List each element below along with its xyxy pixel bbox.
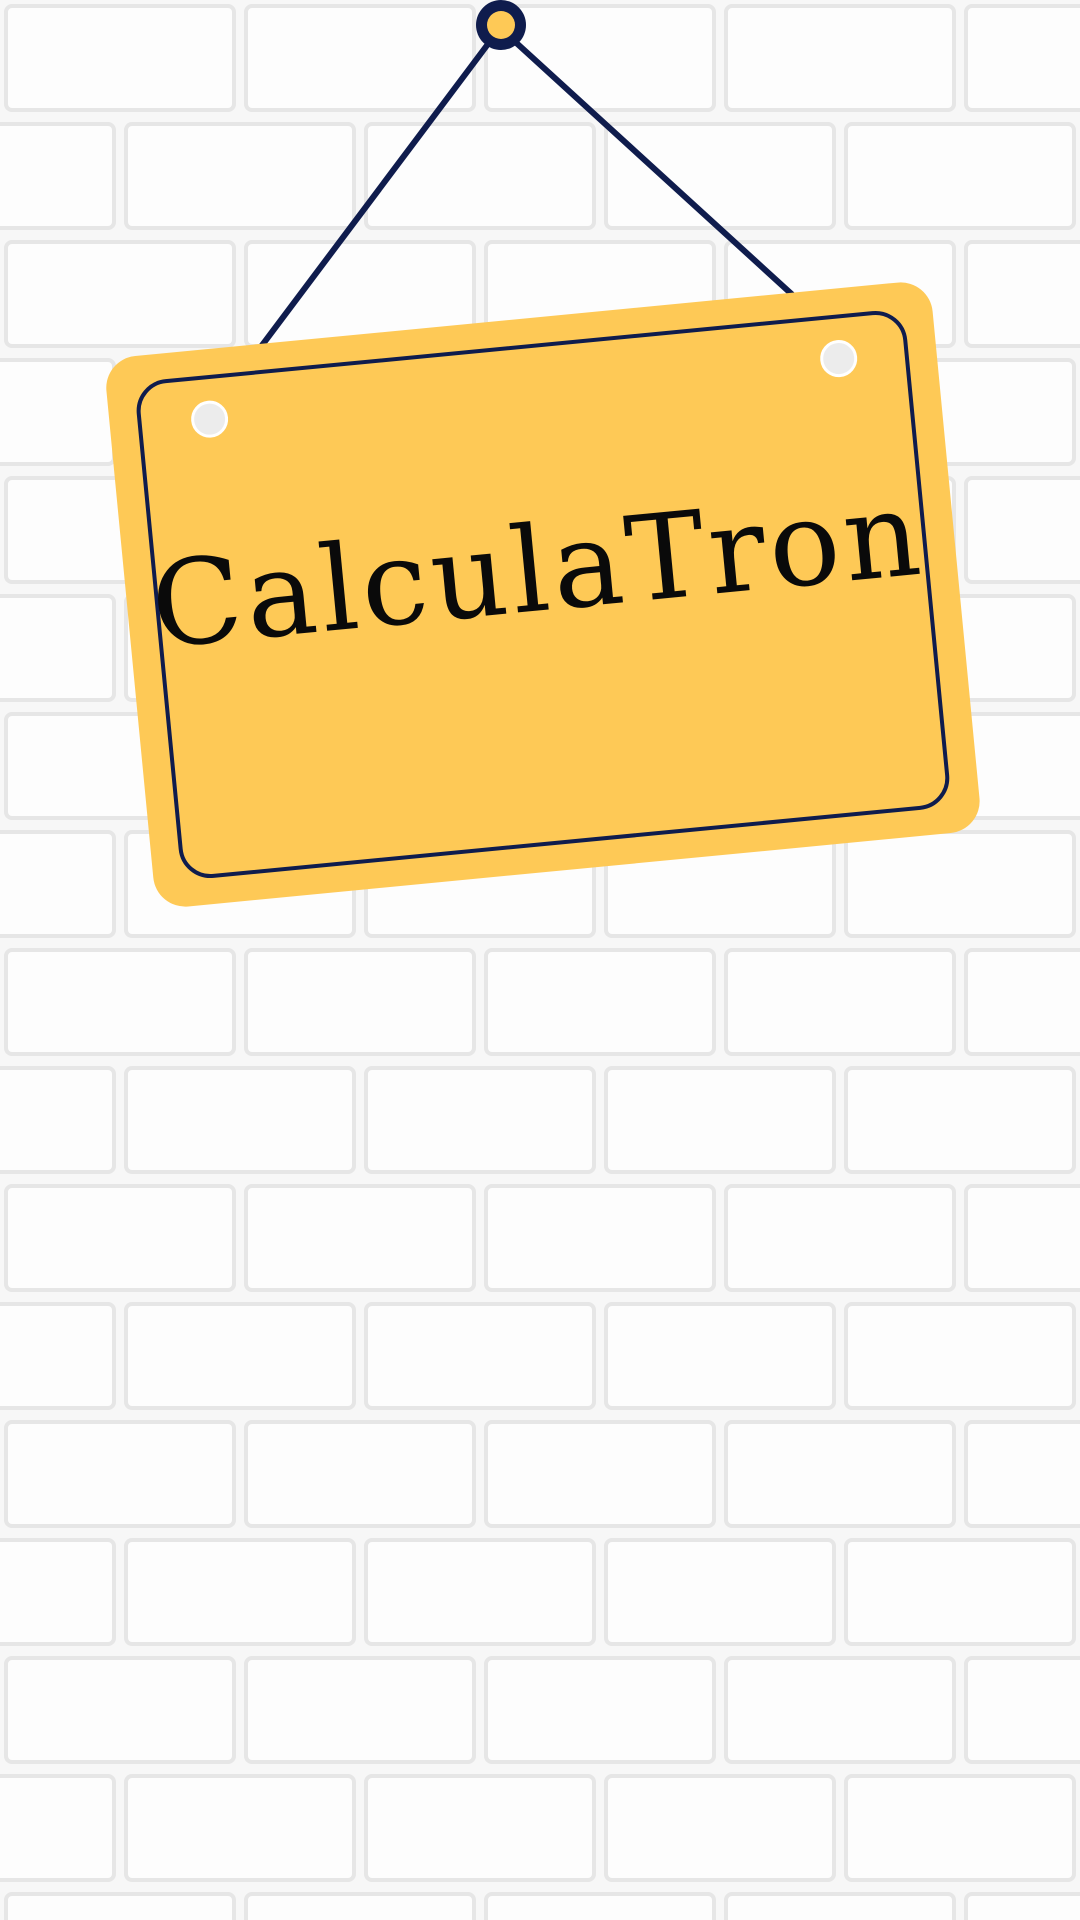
brick: [724, 1656, 956, 1764]
brick: [4, 948, 236, 1056]
brick: [604, 1774, 836, 1882]
brick: [244, 4, 476, 112]
brick: [364, 1066, 596, 1174]
brick: [364, 122, 596, 230]
brick: [244, 1184, 476, 1292]
brick: [604, 1302, 836, 1410]
brick: [964, 1184, 1080, 1292]
brick: [0, 1302, 116, 1410]
brick: [724, 1184, 956, 1292]
brick: [844, 830, 1076, 938]
brick: [964, 4, 1080, 112]
brick: [244, 1892, 476, 1920]
brick: [244, 948, 476, 1056]
brick: [0, 122, 116, 230]
brick: [244, 1656, 476, 1764]
brick: [124, 122, 356, 230]
brick: [0, 1538, 116, 1646]
brick: [724, 1892, 956, 1920]
brick: [4, 1420, 236, 1528]
brick: [844, 1066, 1076, 1174]
brick: [4, 1892, 236, 1920]
brick: [724, 4, 956, 112]
brick: [484, 1656, 716, 1764]
hole-icon: [820, 340, 858, 378]
brick: [964, 948, 1080, 1056]
brick: [844, 1302, 1076, 1410]
brick: [604, 122, 836, 230]
brick: [964, 712, 1080, 820]
brick: [484, 948, 716, 1056]
brick: [0, 594, 116, 702]
brick: [244, 1420, 476, 1528]
brick-wall-background: CalculaTron: [0, 0, 1080, 1920]
brick: [124, 1774, 356, 1882]
brick: [604, 1066, 836, 1174]
brick: [0, 1774, 116, 1882]
hole-icon: [191, 400, 229, 438]
sign-board: CalculaTron: [106, 282, 980, 907]
brick: [4, 4, 236, 112]
brick: [0, 358, 116, 466]
brick: [4, 1184, 236, 1292]
brick: [484, 1184, 716, 1292]
brick: [724, 1420, 956, 1528]
brick: [124, 1066, 356, 1174]
brick: [364, 1302, 596, 1410]
brick: [0, 830, 116, 938]
brick: [4, 1656, 236, 1764]
brick: [844, 1538, 1076, 1646]
brick: [364, 1774, 596, 1882]
brick: [844, 122, 1076, 230]
brick: [484, 1892, 716, 1920]
brick: [4, 240, 236, 348]
brick: [124, 1538, 356, 1646]
brick: [0, 1066, 116, 1174]
brick: [484, 1420, 716, 1528]
brick: [364, 1538, 596, 1646]
nail-icon: [476, 0, 526, 50]
brick: [724, 948, 956, 1056]
brick: [124, 1302, 356, 1410]
brick: [964, 240, 1080, 348]
brick: [964, 476, 1080, 584]
brick: [964, 1656, 1080, 1764]
brick: [964, 1892, 1080, 1920]
brick: [844, 1774, 1076, 1882]
brick: [964, 1420, 1080, 1528]
brick: [604, 1538, 836, 1646]
